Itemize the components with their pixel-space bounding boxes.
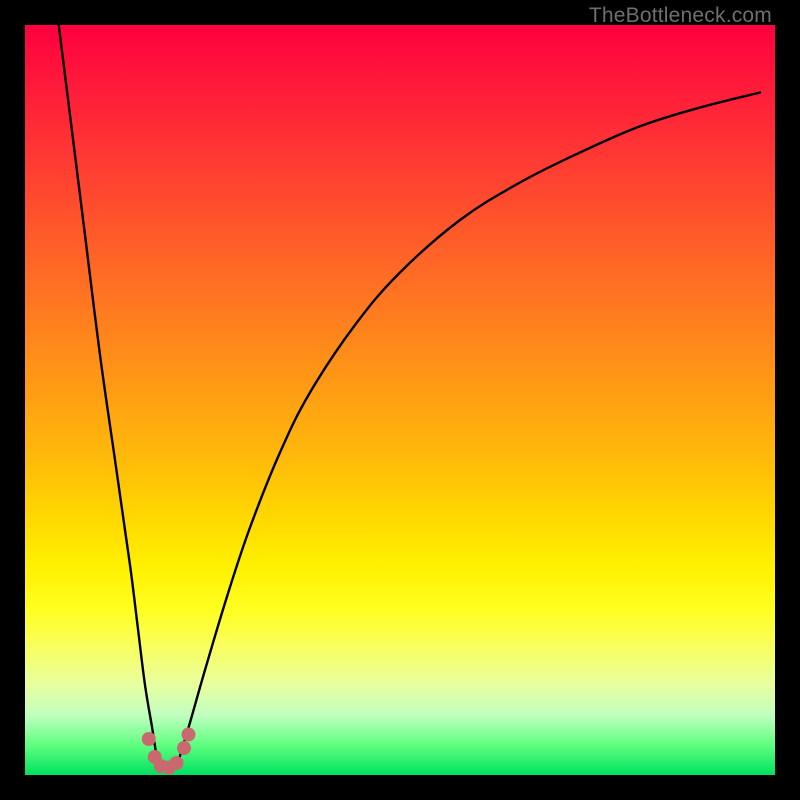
curves-svg [25,25,775,775]
marker-point-4 [170,756,184,770]
plot-area [25,25,775,775]
marker-point-5 [177,741,191,755]
chart-frame: TheBottleneck.com [0,0,800,800]
attribution-watermark: TheBottleneck.com [589,4,772,28]
marker-point-0 [142,732,156,746]
curve-group [59,25,760,760]
curve-right-branch [179,93,760,761]
marker-point-6 [182,728,196,742]
curve-left-branch [59,25,157,760]
marker-group [142,728,196,775]
